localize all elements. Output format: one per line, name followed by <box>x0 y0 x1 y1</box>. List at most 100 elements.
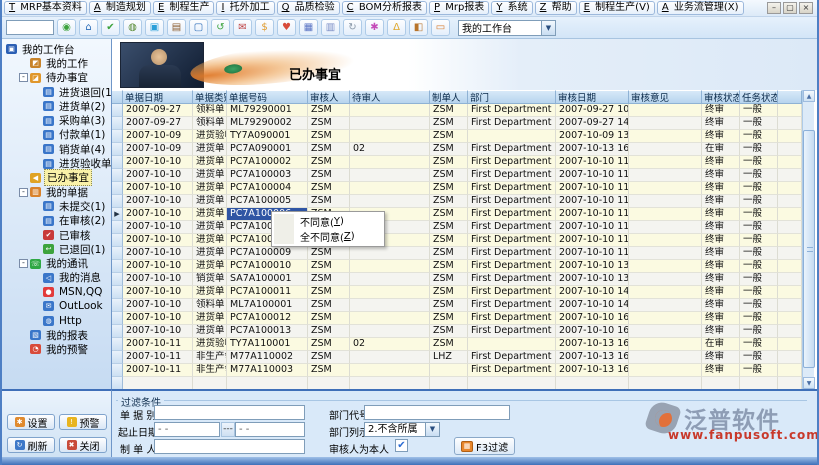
column-header-8[interactable]: 审核日期 <box>556 90 629 104</box>
table-row[interactable]: 2007-10-10进货单PC7A100013ZSMZSMFirst Depar… <box>112 325 802 338</box>
vertical-scrollbar[interactable]: ▲ ▼ <box>802 90 814 389</box>
toolbar-button-book[interactable]: ▤ <box>167 19 186 36</box>
column-header-6[interactable]: 制单人 <box>430 90 468 104</box>
table-row[interactable]: 2007-10-11非生产领M77A110002ZSMLHZFirst Depa… <box>112 351 802 364</box>
sidebar-item-my-reports[interactable]: ▧我的报表 <box>2 328 111 342</box>
alert-button[interactable]: !预警 <box>59 414 107 430</box>
toolbar-button-exit[interactable]: ◧ <box>409 19 428 36</box>
date-from-input[interactable]: - - <box>154 422 220 437</box>
table-row[interactable]: 2007-09-27领料单ML79290002ZSMZSMFirst Depar… <box>112 117 802 130</box>
menu-item-2[interactable]: A 制造规划 <box>89 1 151 15</box>
auditor-is-me-checkbox[interactable]: ✔ <box>395 439 408 452</box>
date-to-input[interactable]: - - <box>235 422 305 437</box>
creator-input[interactable] <box>154 439 305 454</box>
sidebar-item-payment[interactable]: ▤付款单(1) <box>2 128 111 142</box>
sidebar-item-workbench[interactable]: ▣我的工作台 <box>2 42 111 56</box>
sidebar-item-reviewed[interactable]: ✔已审核 <box>2 228 111 242</box>
sidebar-item-my-work[interactable]: ◩我的工作 <box>2 56 111 70</box>
expander-icon[interactable]: - <box>19 73 28 82</box>
context-menu-item-1[interactable]: 不同意(Y) <box>272 214 384 229</box>
toolbar-button-handshake[interactable]: ♥ <box>277 19 296 36</box>
sidebar-item-purchase-in[interactable]: ▤进货单(2) <box>2 99 111 113</box>
table-row[interactable]: 2007-10-10销货单SA7A100001ZSMZSMFirst Depar… <box>112 273 802 286</box>
scroll-down-icon[interactable]: ▼ <box>803 377 815 389</box>
chevron-down-icon[interactable]: ▼ <box>541 21 555 35</box>
toolbar-button-calculator[interactable]: ▦ <box>299 19 318 36</box>
sidebar-item-sales[interactable]: ▤销货单(4) <box>2 142 111 156</box>
column-header-1[interactable]: 单据日期 <box>123 90 193 104</box>
table-row[interactable]: 2007-10-09进货单PC7A090001ZSM02ZSMFirst Dep… <box>112 143 802 156</box>
column-header-11[interactable]: 任务状态 <box>740 90 778 104</box>
sidebar-item-purchase-return[interactable]: ▤进货退回(1) <box>2 85 111 99</box>
sidebar-item-in-review[interactable]: ▤在审核(2) <box>2 214 111 228</box>
scroll-up-icon[interactable]: ▲ <box>803 90 815 102</box>
sidebar-item-http[interactable]: ◍Http <box>2 314 111 328</box>
maximize-button[interactable]: ▢ <box>783 2 797 14</box>
expander-icon[interactable]: - <box>19 188 28 197</box>
column-header-5[interactable]: 待审人 <box>350 90 430 104</box>
expander-icon[interactable]: - <box>19 259 28 268</box>
context-menu-item-2[interactable]: 全不同意(Z) <box>272 229 384 244</box>
column-header-2[interactable]: 单据类别 <box>193 90 227 104</box>
sidebar-item-my-messages[interactable]: ◁我的消息 <box>2 271 111 285</box>
close-button[interactable]: × <box>799 2 813 14</box>
sidebar-item-my-documents[interactable]: -▥我的单据 <box>2 185 111 199</box>
close-panel-button[interactable]: ✖关闭 <box>59 437 107 453</box>
sidebar-item-todo-matters[interactable]: -◪待办事宜 <box>2 71 111 85</box>
workspace-select[interactable]: 我的工作台 ▼ <box>458 20 556 36</box>
table-row[interactable]: 2007-10-10进货单PC7A100005ZSMZSMFirst Depar… <box>112 195 802 208</box>
table-row[interactable]: 2007-10-10进货单PC7A100004ZSMZSMFirst Depar… <box>112 182 802 195</box>
dept-display-select[interactable]: 2.不含所属 ▼ <box>364 422 440 437</box>
menu-item-9[interactable]: Z 帮助 <box>535 1 577 15</box>
table-row[interactable]: 2007-10-11非生产领M77A110003ZSMFirst Departm… <box>112 364 802 377</box>
f3-filter-button[interactable]: ▦ F3过滤 <box>454 437 515 455</box>
toolbar-button-approve[interactable]: ✔ <box>101 19 120 36</box>
toolbar-input[interactable] <box>6 20 54 35</box>
table-row[interactable]: 2007-10-10进货单PC7A100008ZSMZSMFirst Depar… <box>112 234 802 247</box>
sidebar-item-not-submitted[interactable]: ▤未提交(1) <box>2 199 111 213</box>
toolbar-button-image[interactable]: ▣ <box>145 19 164 36</box>
table-row[interactable]: 2007-10-10进货单PC7A100011ZSMZSMFirst Depar… <box>112 286 802 299</box>
column-header-3[interactable]: 单据号码 <box>227 90 308 104</box>
sidebar-item-my-communications[interactable]: -☏我的通讯 <box>2 256 111 270</box>
table-row[interactable]: ▶2007-10-10进货单PC7A100006ZSMZSMFirst Depa… <box>112 208 802 221</box>
table-row[interactable]: 2007-10-10进货单PC7A100007ZSMZSMFirst Depar… <box>112 221 802 234</box>
toolbar-button-refresh[interactable]: ↺ <box>211 19 230 36</box>
table-row[interactable]: 2007-10-10进货单PC7A100012ZSMZSMFirst Depar… <box>112 312 802 325</box>
sidebar-item-outlook[interactable]: ✉OutLook <box>2 299 111 313</box>
toolbar-button-mail[interactable]: ✉ <box>233 19 252 36</box>
toolbar-button-web[interactable]: ◍ <box>123 19 142 36</box>
toolbar-button-bell[interactable]: Δ <box>387 19 406 36</box>
menu-item-5[interactable]: Q 品质检验 <box>277 1 340 15</box>
minimize-button[interactable]: – <box>767 2 781 14</box>
table-row[interactable]: 2007-09-27领料单ML79290001ZSMZSMFirst Depar… <box>112 104 802 117</box>
column-header-4[interactable]: 审核人 <box>308 90 350 104</box>
scrollbar-thumb[interactable] <box>803 130 815 368</box>
table-row[interactable]: 2007-10-11进货验收TY7A110001ZSM02ZSM2007-10-… <box>112 338 802 351</box>
dept-code-input[interactable] <box>364 405 510 420</box>
menu-item-7[interactable]: P Mrp报表 <box>429 1 489 15</box>
toolbar-button-window[interactable]: ▭ <box>431 19 450 36</box>
column-header-7[interactable]: 部门 <box>468 90 556 104</box>
settings-button[interactable]: ✱设置 <box>7 414 55 430</box>
menu-item-10[interactable]: E 制程生产(V) <box>579 1 655 15</box>
toolbar-button-monitor[interactable]: ▢ <box>189 19 208 36</box>
doc-type-input[interactable] <box>154 405 305 420</box>
sidebar-item-done-matters[interactable]: ◀已办事宜 <box>2 171 111 185</box>
column-header-9[interactable]: 审核意见 <box>629 90 702 104</box>
toolbar-button-palette[interactable]: ✱ <box>365 19 384 36</box>
sidebar-item-my-alerts[interactable]: ◔我的预警 <box>2 342 111 356</box>
toolbar-button-link[interactable]: ◉ <box>57 19 76 36</box>
menu-item-6[interactable]: C BOM分析报表 <box>342 1 427 15</box>
menu-item-11[interactable]: A 业务流管理(X) <box>657 1 744 15</box>
toolbar-button-money[interactable]: $ <box>255 19 274 36</box>
menu-item-3[interactable]: E 制程生产 <box>153 1 215 15</box>
table-row[interactable]: 2007-10-09进货验收TY7A090001ZSMZSM2007-10-09… <box>112 130 802 143</box>
table-row[interactable]: 2007-10-10进货单PC7A100003ZSMZSMFirst Depar… <box>112 169 802 182</box>
sidebar-item-purchase-order[interactable]: ▤采购单(3) <box>2 113 111 127</box>
table-row[interactable]: 2007-10-10进货单PC7A100010ZSMZSMFirst Depar… <box>112 260 802 273</box>
sidebar-item-msn-qq[interactable]: ●MSN,QQ <box>2 285 111 299</box>
chevron-down-icon[interactable]: ▼ <box>425 423 439 436</box>
table-row[interactable]: 2007-10-10进货单PC7A100002ZSMZSMFirst Depar… <box>112 156 802 169</box>
table-row[interactable]: 2007-10-10领料单ML7A100001ZSMZSMFirst Depar… <box>112 299 802 312</box>
